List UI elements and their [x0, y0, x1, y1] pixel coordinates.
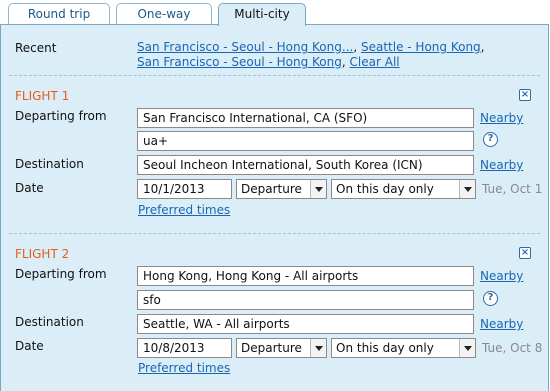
section-divider [9, 75, 540, 76]
flexibility-select[interactable]: On this day only [331, 338, 476, 358]
day-of-week-text: Tue, Oct 1 [482, 182, 543, 196]
destination-input[interactable]: Seattle, WA - All airports [137, 314, 474, 334]
date-label: Date [15, 339, 44, 353]
airline-input[interactable]: sfo [137, 290, 474, 310]
tab-one-way[interactable]: One-way [116, 3, 212, 25]
recent-separator: , [341, 55, 346, 69]
chevron-down-icon [459, 339, 475, 357]
preferred-times-link[interactable]: Preferred times [138, 361, 230, 375]
day-of-week-text: Tue, Oct 8 [482, 341, 543, 355]
destination-label: Destination [15, 157, 84, 171]
recent-searches: San Francisco - Seoul - Hong Kong..., Se… [137, 40, 485, 70]
recent-search-link-2[interactable]: Seattle - Hong Kong [361, 40, 481, 54]
destination-input[interactable]: Seoul Incheon International, South Korea… [137, 155, 474, 175]
time-type-select[interactable]: Departure [236, 338, 327, 358]
chevron-down-icon [310, 339, 326, 357]
recent-separator: , [353, 40, 358, 54]
help-icon[interactable]: ? [483, 291, 498, 306]
flexibility-value: On this day only [336, 182, 434, 196]
recent-search-link-1[interactable]: San Francisco - Seoul - Hong Kong... [137, 40, 353, 54]
nearby-link[interactable]: Nearby [480, 158, 523, 172]
close-icon[interactable]: × [519, 89, 531, 101]
date-label: Date [15, 181, 44, 195]
destination-label: Destination [15, 315, 84, 329]
time-type-value: Departure [241, 341, 302, 355]
airline-input[interactable]: ua+ [137, 131, 474, 151]
recent-label: Recent [15, 41, 57, 55]
flexibility-value: On this day only [336, 341, 434, 355]
chevron-down-icon [310, 180, 326, 198]
date-input[interactable]: 10/8/2013 [137, 338, 232, 358]
recent-search-link-3[interactable]: San Francisco - Seoul - Hong Kong [137, 55, 342, 69]
flexibility-select[interactable]: On this day only [331, 179, 476, 199]
departing-from-label: Departing from [15, 267, 107, 281]
nearby-link[interactable]: Nearby [480, 111, 523, 125]
chevron-down-icon [459, 180, 475, 198]
time-type-select[interactable]: Departure [236, 179, 327, 199]
departing-from-input[interactable]: Hong Kong, Hong Kong - All airports [137, 266, 474, 286]
preferred-times-link[interactable]: Preferred times [138, 203, 230, 217]
time-type-value: Departure [241, 182, 302, 196]
flight-2-title: FLIGHT 2 [15, 247, 70, 261]
section-divider [9, 233, 540, 234]
departing-from-label: Departing from [15, 109, 107, 123]
recent-separator: , [480, 40, 485, 54]
date-input[interactable]: 10/1/2013 [137, 179, 232, 199]
close-icon[interactable]: × [519, 247, 531, 259]
nearby-link[interactable]: Nearby [480, 317, 523, 331]
tab-multi-city[interactable]: Multi-city [218, 3, 306, 26]
help-icon[interactable]: ? [483, 132, 498, 147]
tab-round-trip[interactable]: Round trip [8, 3, 110, 25]
multi-city-panel: Recent San Francisco - Seoul - Hong Kong… [0, 24, 549, 391]
flight-1-title: FLIGHT 1 [15, 89, 70, 103]
nearby-link[interactable]: Nearby [480, 269, 523, 283]
trip-type-tabs: Round trip One-way Multi-city [0, 0, 550, 26]
departing-from-input[interactable]: San Francisco International, CA (SFO) [137, 108, 474, 128]
clear-all-link[interactable]: Clear All [350, 55, 400, 69]
